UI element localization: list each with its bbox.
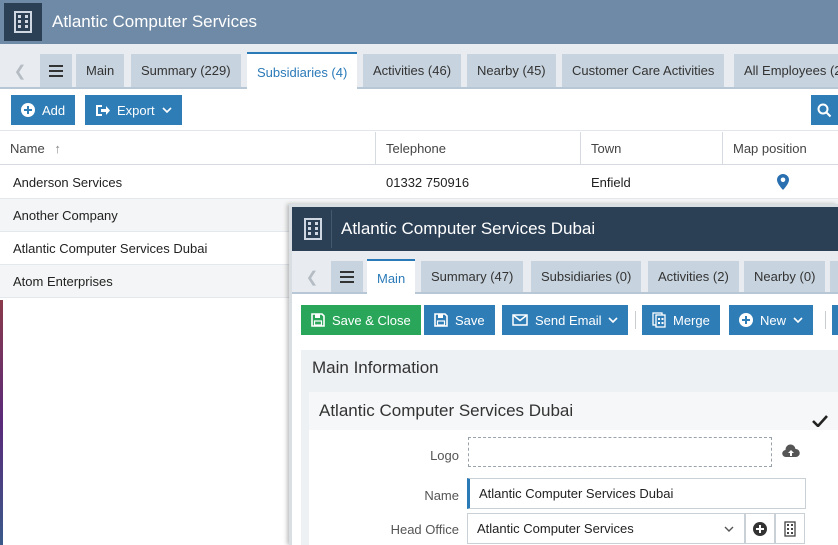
chevron-left-icon[interactable]: ❮ bbox=[297, 261, 327, 292]
hamburger-menu-icon[interactable] bbox=[40, 54, 72, 87]
column-header-map[interactable]: Map position bbox=[723, 132, 838, 165]
tab-overflow[interactable] bbox=[830, 261, 838, 292]
subsection-title[interactable]: Atlantic Computer Services Dubai bbox=[309, 392, 838, 430]
company-titlebar: Atlantic Computer Services bbox=[0, 0, 838, 44]
add-button[interactable]: Add bbox=[11, 95, 76, 125]
subsidiary-window: Atlantic Computer Services Dubai ❮ Main … bbox=[289, 204, 838, 545]
cell-telephone: 01332 750916 bbox=[386, 175, 470, 190]
head-office-value: Atlantic Computer Services bbox=[477, 521, 634, 536]
name-field[interactable]: Atlantic Computer Services Dubai bbox=[467, 478, 806, 509]
building-icon bbox=[294, 210, 332, 248]
column-header-telephone[interactable]: Telephone bbox=[376, 132, 581, 165]
merge-label: Merge bbox=[673, 312, 710, 328]
section-title: Main Information bbox=[312, 358, 439, 377]
toolbar-separator bbox=[825, 311, 826, 329]
subsidiary-toolbar: Save & Close Save Send Email Merge New bbox=[292, 295, 838, 343]
tab-nearby[interactable]: Nearby (0) bbox=[744, 261, 825, 292]
plus-circle-icon bbox=[739, 313, 753, 327]
plus-circle-icon bbox=[21, 103, 35, 117]
chevron-down-icon bbox=[793, 317, 803, 323]
head-office-label: Head Office bbox=[390, 522, 459, 537]
merge-icon bbox=[652, 312, 666, 328]
tab-main[interactable]: Main bbox=[367, 259, 416, 294]
chevron-down-icon bbox=[724, 526, 734, 532]
company-tabstrip: ❮ Main Summary (229) Subsidiaries (4) Ac… bbox=[0, 44, 838, 89]
tab-activities[interactable]: Activities (2) bbox=[648, 261, 739, 292]
logo-dropzone[interactable] bbox=[468, 437, 772, 467]
save-button[interactable]: Save bbox=[424, 305, 495, 335]
tab-subsidiaries[interactable]: Subsidiaries (0) bbox=[531, 261, 642, 292]
company-title: Atlantic Computer Services bbox=[52, 12, 258, 31]
save-and-close-button[interactable]: Save & Close bbox=[301, 305, 421, 335]
save-icon bbox=[311, 313, 325, 327]
merge-button[interactable]: Merge bbox=[642, 305, 720, 335]
building-icon bbox=[784, 520, 796, 537]
plus-circle-icon bbox=[753, 521, 767, 536]
overflow-button[interactable] bbox=[832, 305, 838, 335]
tab-main[interactable]: Main bbox=[76, 54, 125, 87]
subsidiary-tabstrip: ❮ Main Summary (47) Subsidiaries (0) Act… bbox=[292, 251, 838, 294]
tab-customer-care[interactable]: Customer Care Activities bbox=[562, 54, 725, 87]
new-button[interactable]: New bbox=[729, 305, 814, 335]
cloud-upload-icon[interactable] bbox=[782, 444, 800, 461]
chevron-down-icon bbox=[162, 107, 172, 113]
tab-all-employees[interactable]: All Employees (2 bbox=[734, 54, 838, 87]
sort-ascending-icon: ↑ bbox=[54, 141, 61, 156]
send-email-label: Send Email bbox=[535, 312, 602, 328]
send-email-button[interactable]: Send Email bbox=[502, 305, 629, 335]
column-header-town[interactable]: Town bbox=[581, 132, 723, 165]
tab-nearby[interactable]: Nearby (45) bbox=[467, 54, 556, 87]
map-pin-icon[interactable] bbox=[764, 166, 789, 199]
subsection-title-text: Atlantic Computer Services Dubai bbox=[319, 401, 574, 420]
building-icon bbox=[4, 3, 42, 41]
cell-town: Enfield bbox=[591, 175, 631, 190]
cell-name: Another Company bbox=[13, 208, 118, 223]
tab-summary[interactable]: Summary (229) bbox=[131, 54, 241, 87]
subsidiary-title: Atlantic Computer Services Dubai bbox=[341, 219, 596, 238]
company-toolbar: Add Export bbox=[0, 89, 838, 131]
save-label: Save bbox=[455, 312, 485, 328]
subsidiary-titlebar: Atlantic Computer Services Dubai bbox=[292, 207, 838, 251]
export-button-label: Export bbox=[117, 102, 155, 118]
head-office-select[interactable]: Atlantic Computer Services bbox=[467, 513, 745, 544]
search-button[interactable] bbox=[811, 95, 838, 125]
logo-label: Logo bbox=[430, 448, 459, 463]
checkmark-icon[interactable] bbox=[812, 403, 828, 441]
name-label: Name bbox=[424, 488, 459, 503]
tab-activities[interactable]: Activities (46) bbox=[363, 54, 462, 87]
cell-name: Atlantic Computer Services Dubai bbox=[13, 241, 208, 256]
toolbar-separator bbox=[635, 311, 636, 329]
background-edge bbox=[0, 300, 3, 545]
hamburger-menu-icon[interactable] bbox=[331, 261, 363, 292]
main-information-section: Main Information Atlantic Computer Servi… bbox=[301, 350, 838, 545]
add-head-office-button[interactable] bbox=[745, 513, 775, 544]
save-and-close-label: Save & Close bbox=[332, 312, 411, 328]
column-header-name[interactable]: Name ↑ bbox=[0, 132, 376, 165]
export-icon bbox=[96, 104, 110, 116]
column-name-label: Name bbox=[10, 141, 45, 156]
chevron-down-icon bbox=[608, 317, 619, 323]
add-button-label: Add bbox=[42, 102, 66, 118]
save-icon bbox=[434, 313, 448, 327]
grid-header: Name ↑ Telephone Town Map position bbox=[0, 132, 838, 165]
cell-name: Anderson Services bbox=[13, 175, 123, 190]
open-head-office-button[interactable] bbox=[775, 513, 805, 544]
table-row[interactable]: Anderson Services 01332 750916 Enfield bbox=[0, 166, 838, 199]
search-icon bbox=[817, 103, 832, 117]
export-button[interactable]: Export bbox=[85, 95, 182, 125]
company-details-panel: Atlantic Computer Services Dubai Logo Na… bbox=[309, 392, 838, 545]
cell-name: Atom Enterprises bbox=[13, 274, 113, 289]
envelope-icon bbox=[512, 314, 528, 326]
chevron-left-icon[interactable]: ❮ bbox=[5, 54, 35, 87]
tab-subsidiaries[interactable]: Subsidiaries (4) bbox=[247, 52, 358, 89]
tab-summary[interactable]: Summary (47) bbox=[421, 261, 524, 292]
new-label: New bbox=[760, 312, 787, 328]
